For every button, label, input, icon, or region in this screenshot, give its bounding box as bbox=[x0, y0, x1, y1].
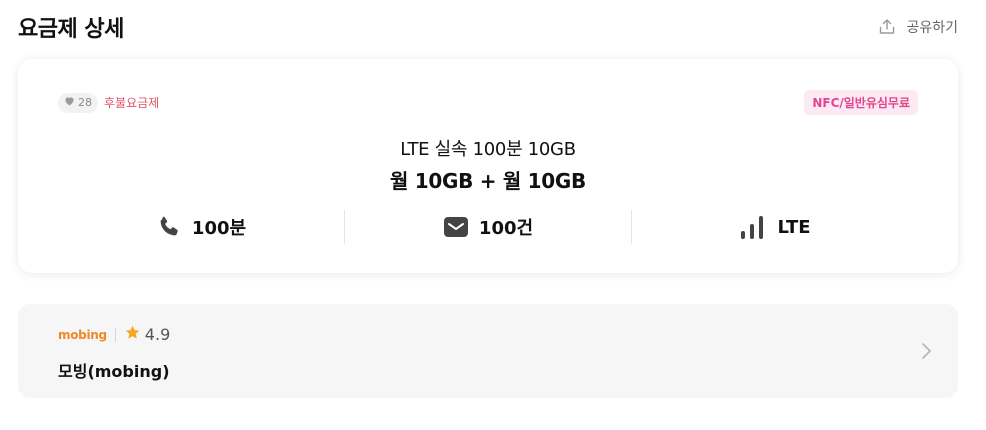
share-button[interactable]: 공유하기 bbox=[878, 17, 958, 37]
plan-name: LTE 실속 100분 10GB bbox=[400, 139, 576, 160]
stat-voice-value: 100분 bbox=[191, 218, 247, 239]
plan-stats: 100분 100건 LTE bbox=[58, 210, 918, 244]
stat-sms: 100건 bbox=[344, 210, 631, 244]
rating-value: 4.9 bbox=[144, 325, 171, 344]
star-icon bbox=[124, 324, 141, 345]
like-count: 28 bbox=[78, 96, 92, 109]
plan-tags-left: 28 후불요금제 bbox=[58, 92, 160, 113]
page-header: 요금제 상세 공유하기 bbox=[18, 10, 958, 44]
signal-bars-icon bbox=[739, 214, 767, 240]
carrier-rating: 4.9 bbox=[124, 324, 170, 345]
carrier-info-row: mobing 4.9 bbox=[58, 324, 170, 345]
plan-summary-card: 28 후불요금제 NFC/일반유심무료 LTE 실속 100분 10GB 월 1… bbox=[18, 59, 958, 273]
plan-type-label: 후불요금제 bbox=[104, 96, 160, 110]
heart-icon bbox=[64, 96, 75, 109]
divider bbox=[114, 327, 116, 342]
share-label: 공유하기 bbox=[906, 20, 958, 36]
like-badge[interactable]: 28 bbox=[58, 92, 98, 113]
mail-icon bbox=[443, 215, 469, 239]
page-title: 요금제 상세 bbox=[18, 17, 124, 42]
stat-voice: 100분 bbox=[58, 210, 344, 244]
plan-detail-page: 요금제 상세 공유하기 28 후불요금제 NFC/일반유심무료 LTE 실속 1… bbox=[0, 0, 986, 430]
stat-sms-value: 100건 bbox=[478, 218, 534, 239]
plan-headline: 월 10GB + 월 10GB bbox=[390, 169, 586, 193]
stat-network-value: LTE bbox=[777, 216, 811, 238]
stat-network: LTE bbox=[631, 210, 918, 244]
plan-tags-row: 28 후불요금제 NFC/일반유심무료 bbox=[58, 90, 918, 115]
carrier-logo: mobing bbox=[58, 327, 107, 342]
share-icon bbox=[878, 18, 896, 36]
chevron-right-icon bbox=[920, 342, 932, 364]
phone-icon bbox=[156, 214, 182, 240]
feature-tag: NFC/일반유심무료 bbox=[804, 90, 918, 115]
carrier-name: 모빙(mobing) bbox=[58, 362, 170, 381]
carrier-card[interactable]: mobing 4.9 모빙(mobing) bbox=[18, 304, 958, 398]
